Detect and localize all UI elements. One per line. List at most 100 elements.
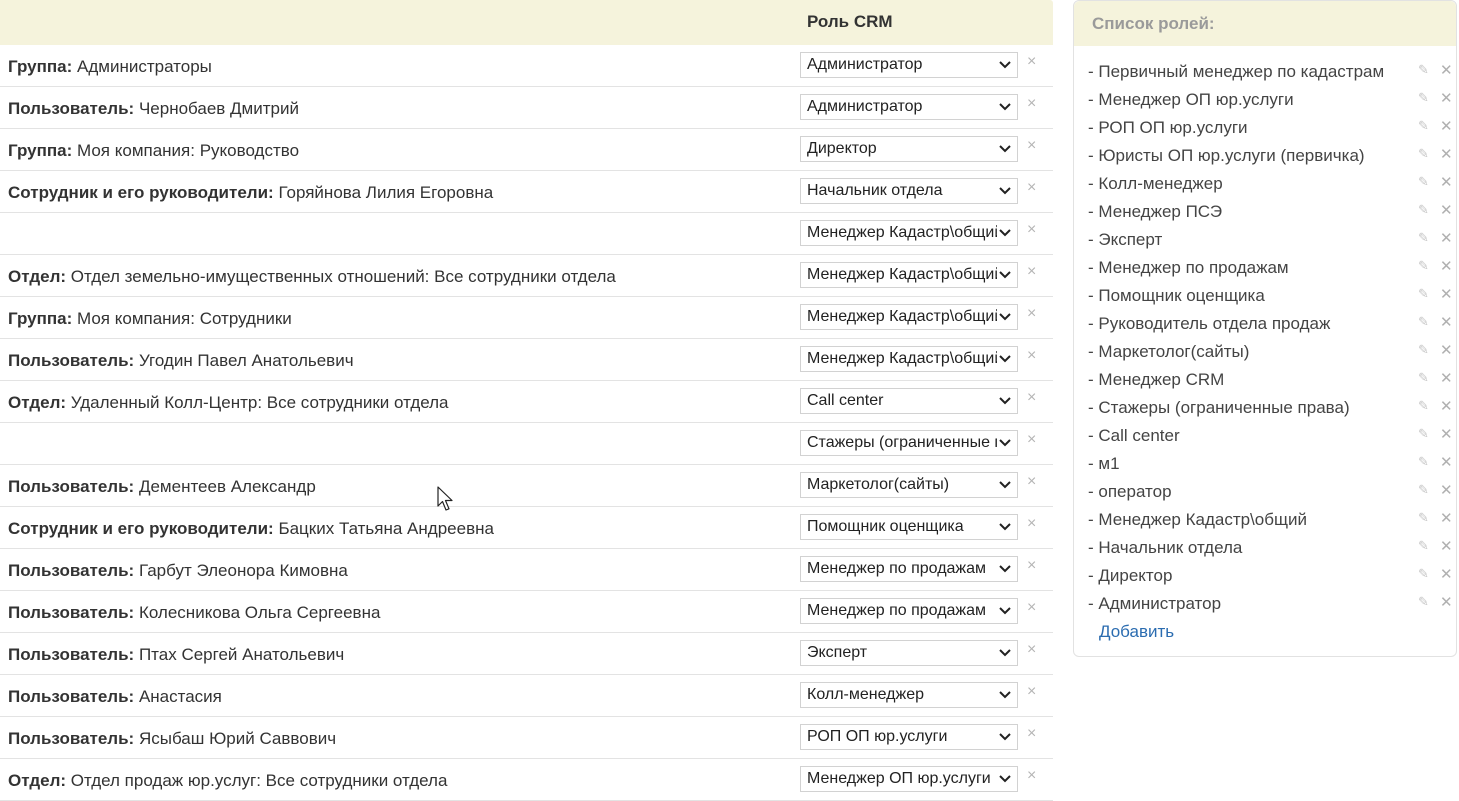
- crm-role-select[interactable]: Call center: [800, 388, 1018, 414]
- close-icon[interactable]: ✕: [1440, 89, 1453, 107]
- close-icon[interactable]: ✕: [1440, 285, 1453, 303]
- crm-role-select[interactable]: Маркетолог(сайты): [800, 472, 1018, 498]
- close-icon[interactable]: ✕: [1440, 565, 1453, 583]
- crm-role-select[interactable]: РОП ОП юр.услуги: [800, 724, 1018, 750]
- table-body: Группа: Администраторы Администратор × Поль…: [0, 45, 1053, 801]
- crm-role-selected-value: Менеджер Кадастр\общий: [807, 266, 997, 283]
- crm-role-select[interactable]: Менеджер ОП юр.услуги: [800, 766, 1018, 792]
- close-icon[interactable]: ✕: [1440, 201, 1453, 219]
- remove-assignment-icon[interactable]: ×: [1027, 515, 1036, 533]
- add-role-link[interactable]: Добавить: [1099, 622, 1174, 642]
- crm-role-select[interactable]: Колл-менеджер: [800, 682, 1018, 708]
- crm-role-select[interactable]: Менеджер по продажам: [800, 556, 1018, 582]
- pencil-icon[interactable]: ✎: [1418, 174, 1429, 190]
- pencil-icon[interactable]: ✎: [1418, 538, 1429, 554]
- pencil-icon[interactable]: ✎: [1418, 454, 1429, 470]
- pencil-icon[interactable]: ✎: [1418, 510, 1429, 526]
- pencil-icon[interactable]: ✎: [1418, 146, 1429, 162]
- mouse-cursor-icon: [437, 486, 453, 511]
- crm-role-select[interactable]: Эксперт: [800, 640, 1018, 666]
- crm-role-selected-value: Директор: [807, 140, 877, 157]
- close-icon[interactable]: ✕: [1440, 369, 1453, 387]
- roles-assignment-table: Роль CRM Группа: Администраторы Администр…: [0, 0, 1053, 801]
- pencil-icon[interactable]: ✎: [1418, 90, 1429, 106]
- assignee-label: Пользователь: Угодин Павел Анатольевич: [8, 351, 354, 371]
- close-icon[interactable]: ✕: [1440, 313, 1453, 331]
- pencil-icon[interactable]: ✎: [1418, 62, 1429, 78]
- pencil-icon[interactable]: ✎: [1418, 370, 1429, 386]
- remove-assignment-icon[interactable]: ×: [1027, 347, 1036, 365]
- pencil-icon[interactable]: ✎: [1418, 342, 1429, 358]
- crm-role-select[interactable]: Менеджер Кадастр\общий: [800, 262, 1018, 288]
- crm-role-select[interactable]: Администратор: [800, 94, 1018, 120]
- close-icon[interactable]: ✕: [1440, 229, 1453, 247]
- remove-assignment-icon[interactable]: ×: [1027, 305, 1036, 323]
- pencil-icon[interactable]: ✎: [1418, 426, 1429, 442]
- pencil-icon[interactable]: ✎: [1418, 566, 1429, 582]
- remove-assignment-icon[interactable]: ×: [1027, 221, 1036, 239]
- close-icon[interactable]: ✕: [1440, 173, 1453, 191]
- close-icon[interactable]: ✕: [1440, 481, 1453, 499]
- crm-role-select[interactable]: Начальник отдела: [800, 178, 1018, 204]
- chevron-down-icon: [997, 137, 1013, 161]
- remove-assignment-icon[interactable]: ×: [1027, 95, 1036, 113]
- remove-assignment-icon[interactable]: ×: [1027, 725, 1036, 743]
- close-icon[interactable]: ✕: [1440, 117, 1453, 135]
- role-name: - Маркетолог(сайты): [1088, 342, 1250, 361]
- role-name: - РОП ОП юр.услуги: [1088, 118, 1248, 137]
- assignee-label: Сотрудник и его руководители: Горяйнова …: [8, 183, 493, 203]
- pencil-icon[interactable]: ✎: [1418, 202, 1429, 218]
- crm-role-selected-value: РОП ОП юр.услуги: [807, 728, 948, 745]
- pencil-icon[interactable]: ✎: [1418, 398, 1429, 414]
- close-icon[interactable]: ✕: [1440, 537, 1453, 555]
- remove-assignment-icon[interactable]: ×: [1027, 263, 1036, 281]
- remove-assignment-icon[interactable]: ×: [1027, 137, 1036, 155]
- crm-role-select[interactable]: Стажеры (ограниченные права): [800, 430, 1018, 456]
- remove-assignment-icon[interactable]: ×: [1027, 473, 1036, 491]
- pencil-icon[interactable]: ✎: [1418, 482, 1429, 498]
- crm-role-select[interactable]: Директор: [800, 136, 1018, 162]
- chevron-down-icon: [997, 347, 1013, 371]
- close-icon[interactable]: ✕: [1440, 453, 1453, 471]
- crm-role-selected-value: Стажеры (ограниченные права): [807, 434, 997, 451]
- crm-role-select[interactable]: Помощник оценщика: [800, 514, 1018, 540]
- remove-assignment-icon[interactable]: ×: [1027, 683, 1036, 701]
- role-list-item: - Помощник оценщика ✎ ✕: [1088, 286, 1453, 314]
- remove-assignment-icon[interactable]: ×: [1027, 641, 1036, 659]
- remove-assignment-icon[interactable]: ×: [1027, 389, 1036, 407]
- assignee-name: Горяйнова Лилия Егоровна: [278, 183, 494, 202]
- pencil-icon[interactable]: ✎: [1418, 314, 1429, 330]
- crm-role-select[interactable]: Менеджер по продажам: [800, 598, 1018, 624]
- crm-role-select[interactable]: Администратор: [800, 52, 1018, 78]
- remove-assignment-icon[interactable]: ×: [1027, 557, 1036, 575]
- pencil-icon[interactable]: ✎: [1418, 286, 1429, 302]
- assignee-label: Сотрудник и его руководители: Бацких Тат…: [8, 519, 494, 539]
- remove-assignment-icon[interactable]: ×: [1027, 767, 1036, 785]
- close-icon[interactable]: ✕: [1440, 61, 1453, 79]
- pencil-icon[interactable]: ✎: [1418, 258, 1429, 274]
- role-list-item: - Первичный менеджер по кадастрам ✎ ✕: [1088, 62, 1453, 90]
- role-name: - Менеджер по продажам: [1088, 258, 1289, 277]
- remove-assignment-icon[interactable]: ×: [1027, 179, 1036, 197]
- roles-panel-title: Список ролей:: [1092, 14, 1215, 33]
- close-icon[interactable]: ✕: [1440, 593, 1453, 611]
- crm-role-selected-value: Call center: [807, 392, 884, 409]
- remove-assignment-icon[interactable]: ×: [1027, 599, 1036, 617]
- close-icon[interactable]: ✕: [1440, 341, 1453, 359]
- table-row: Пользователь: Анастасия Колл-менеджер ×: [0, 675, 1053, 717]
- remove-assignment-icon[interactable]: ×: [1027, 53, 1036, 71]
- close-icon[interactable]: ✕: [1440, 425, 1453, 443]
- pencil-icon[interactable]: ✎: [1418, 594, 1429, 610]
- assignee-type: Сотрудник и его руководители:: [8, 183, 274, 202]
- close-icon[interactable]: ✕: [1440, 257, 1453, 275]
- pencil-icon[interactable]: ✎: [1418, 118, 1429, 134]
- close-icon[interactable]: ✕: [1440, 145, 1453, 163]
- crm-role-select[interactable]: Менеджер Кадастр\общий: [800, 346, 1018, 372]
- crm-role-select[interactable]: Менеджер Кадастр\общий: [800, 304, 1018, 330]
- pencil-icon[interactable]: ✎: [1418, 230, 1429, 246]
- remove-assignment-icon[interactable]: ×: [1027, 431, 1036, 449]
- close-icon[interactable]: ✕: [1440, 509, 1453, 527]
- crm-role-select[interactable]: Менеджер Кадастр\общий: [800, 220, 1018, 246]
- role-list-item: - Стажеры (ограниченные права) ✎ ✕: [1088, 398, 1453, 426]
- close-icon[interactable]: ✕: [1440, 397, 1453, 415]
